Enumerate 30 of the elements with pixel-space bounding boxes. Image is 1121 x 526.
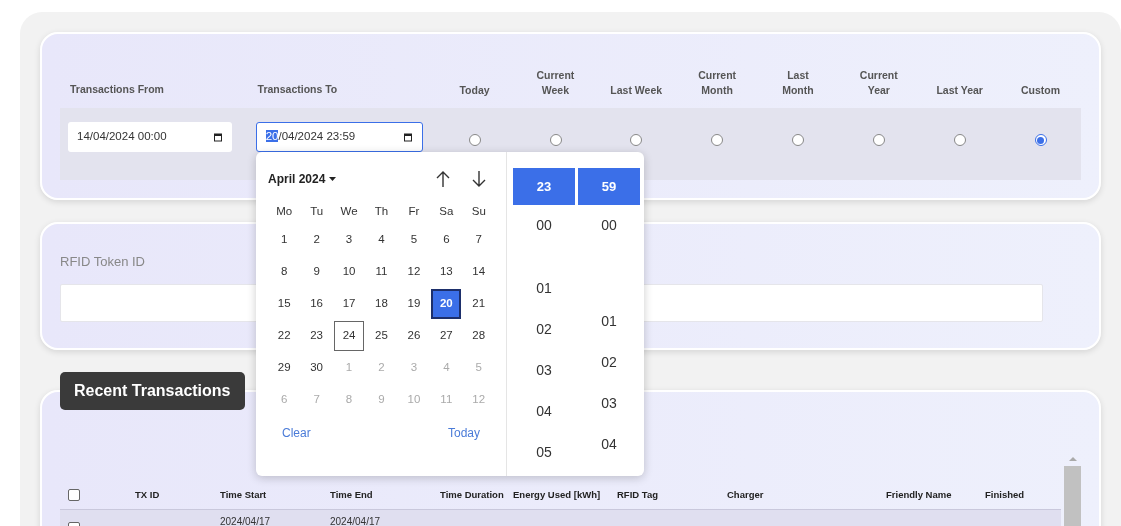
weekday-label: Tu [309, 204, 325, 220]
column-header: TX ID [135, 489, 161, 501]
weekday-label: We [339, 204, 359, 220]
column-header: Time End [330, 489, 374, 501]
section-title: Recent Transactions [60, 372, 245, 410]
column-header: Finished [985, 489, 1026, 501]
preset-label: Last Month [781, 68, 815, 98]
column-header: Charger [727, 489, 765, 501]
field-label: RFID Token ID [60, 253, 145, 271]
table-cell-text: 2024/04/17 [220, 515, 272, 526]
weekday-label: Sa [438, 204, 455, 220]
preset-label: Custom [1020, 83, 1062, 98]
table-cell-text: 2024/04/17 [330, 515, 382, 526]
preset-label: Current Month [697, 68, 738, 98]
weekday-label: Th [373, 204, 390, 220]
preset-label: Current Year [858, 68, 899, 98]
weekday-label: Fr [407, 204, 421, 220]
weekday-label: Mo [275, 204, 294, 220]
column-header: Time Start [220, 489, 268, 501]
column-label: Transactions To [256, 82, 339, 98]
preset-label: Last Year [935, 83, 984, 98]
weekday-label: Su [470, 204, 487, 220]
column-header: Time Duration [440, 489, 505, 501]
preset-label: Current Week [535, 68, 576, 98]
column-header: Energy Used [kWh] [513, 489, 602, 501]
column-header: RFID Tag [617, 489, 659, 501]
column-header: Friendly Name [886, 489, 953, 501]
column-label: Transactions From [69, 82, 165, 98]
preset-label: Today [458, 83, 491, 98]
preset-label: Last Week [609, 83, 664, 98]
